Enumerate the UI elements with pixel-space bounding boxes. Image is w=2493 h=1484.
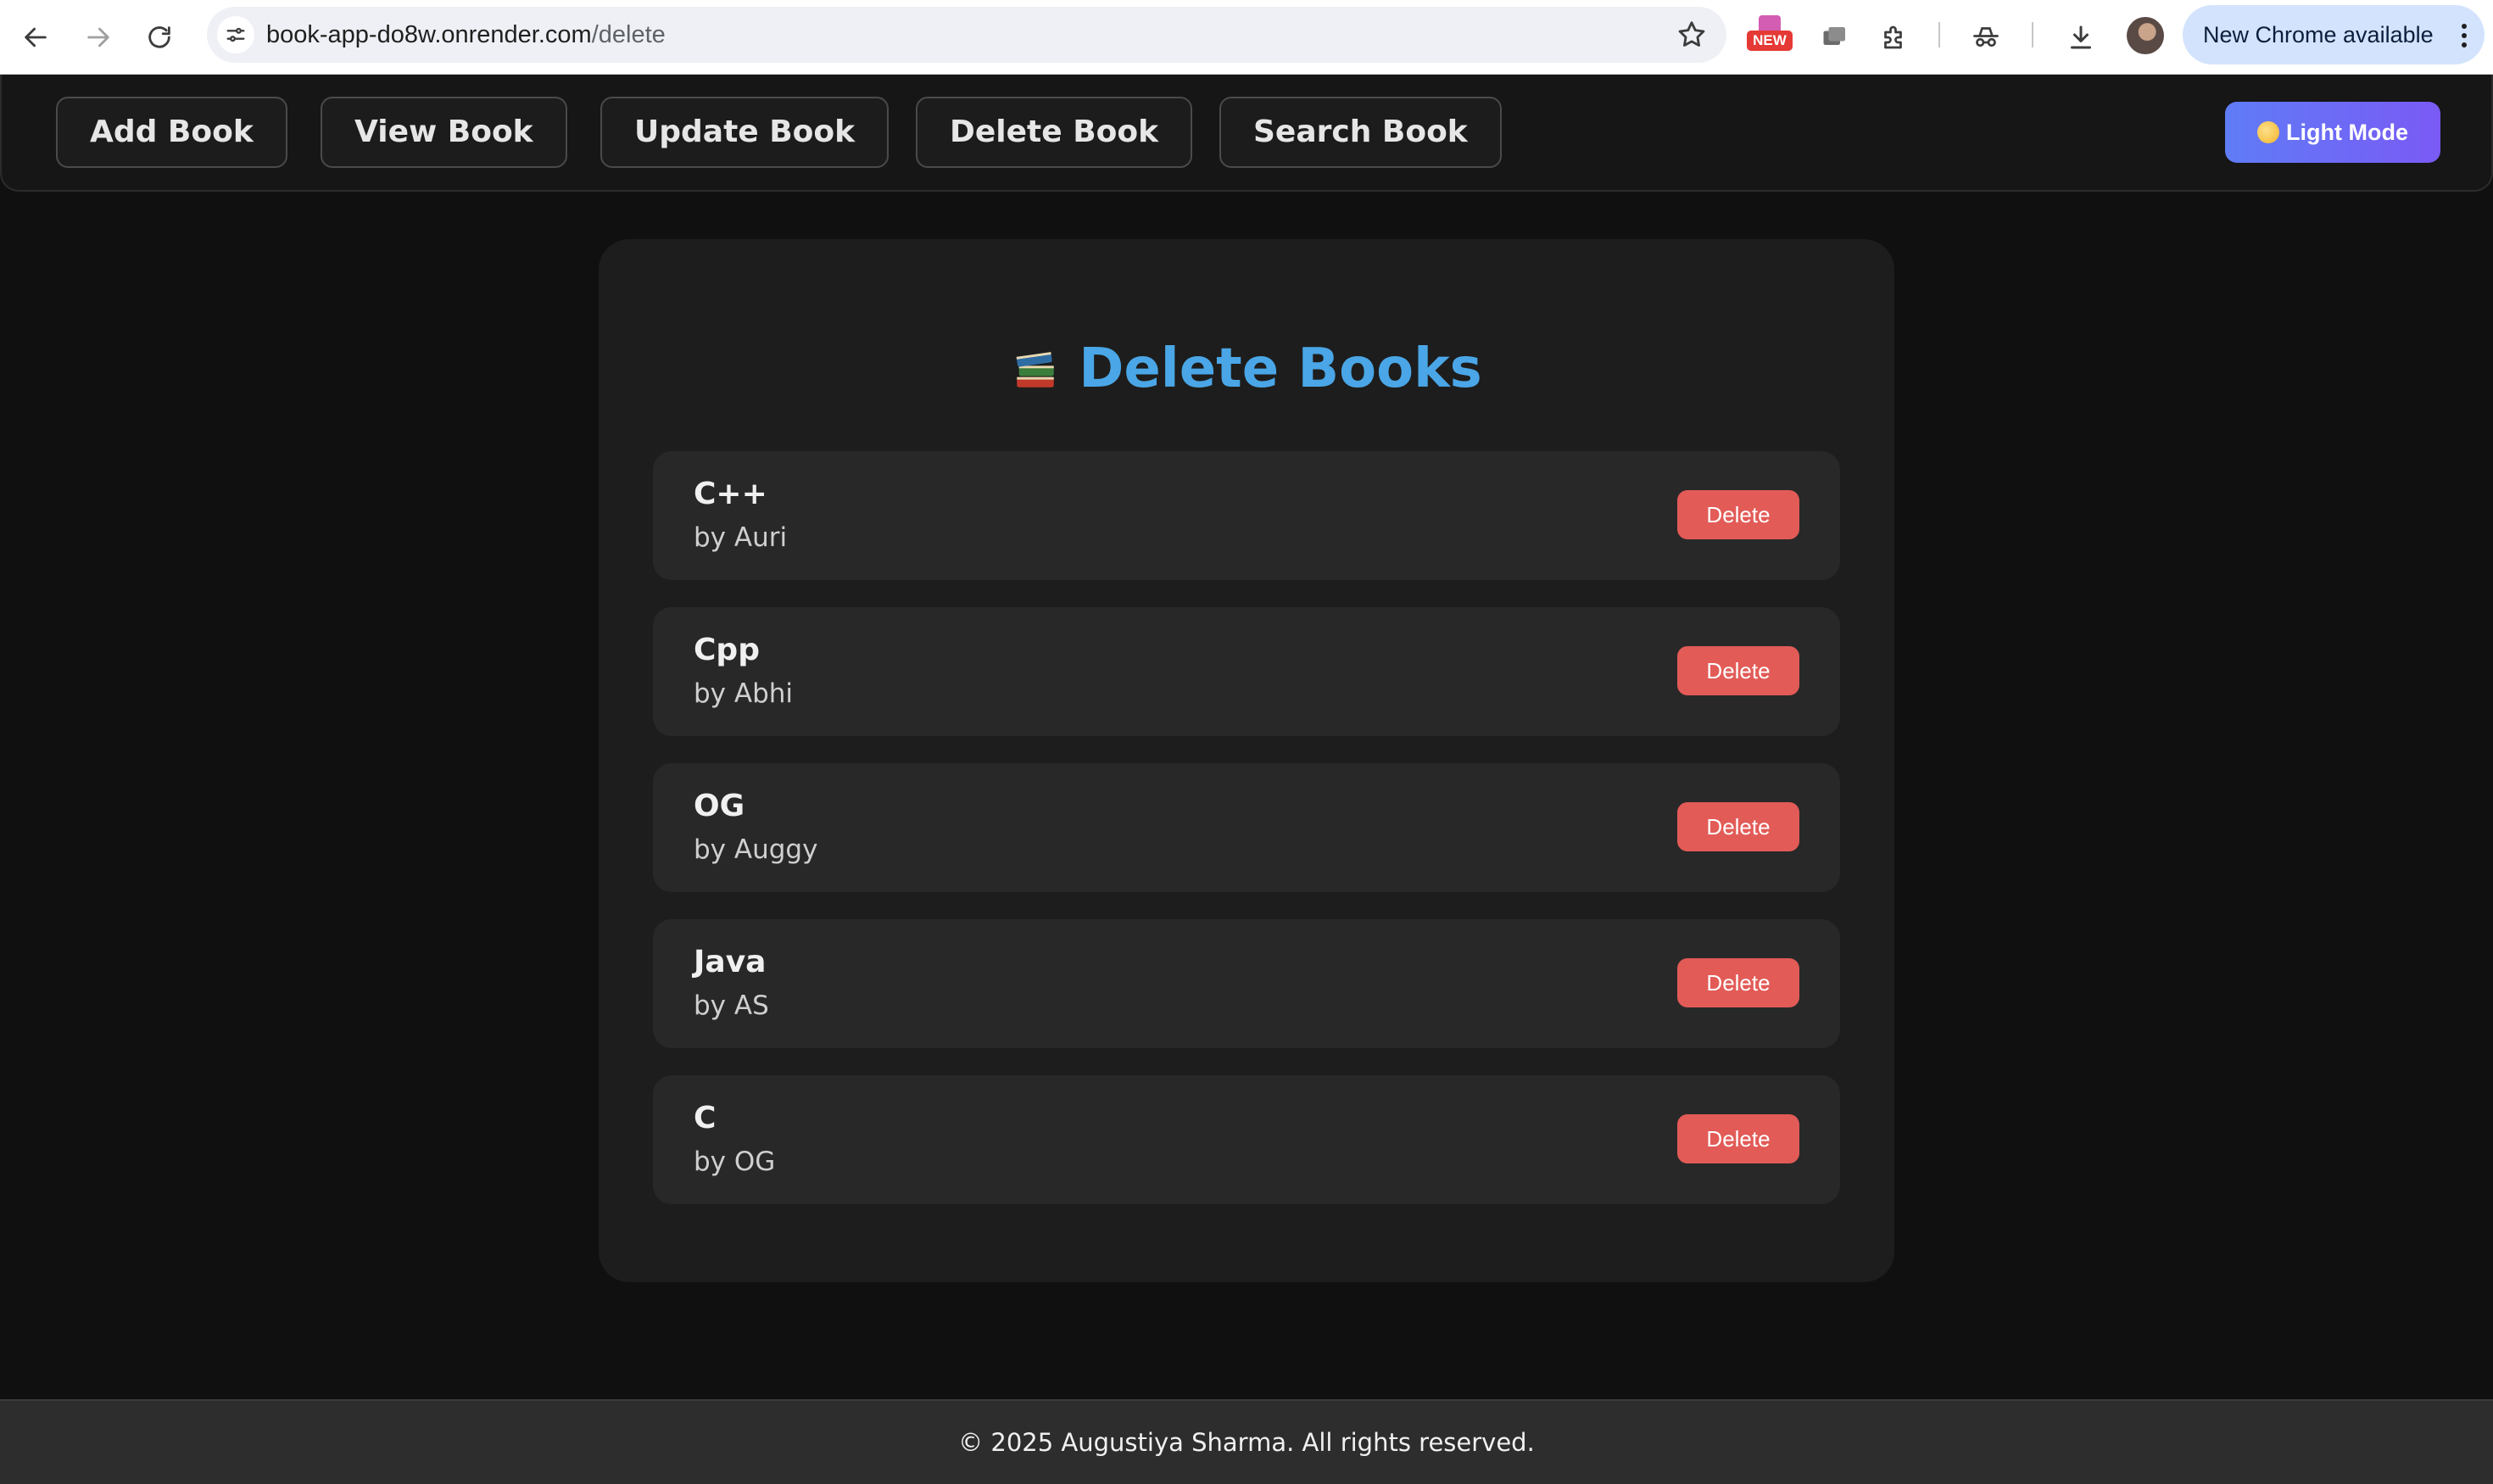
delete-books-card: Delete Books C++ by Auri Delete Cpp by A… [599,239,1894,1282]
page-footer: © 2025 Augustiya Sharma. All rights rese… [0,1399,2493,1484]
book-title: Cpp [694,633,760,667]
book-author: by OG [694,1146,776,1177]
incognito-icon[interactable] [1964,15,2008,59]
book-item: C by OG Delete [653,1075,1840,1204]
forward-icon[interactable] [75,14,122,61]
toolbar-divider [2032,22,2033,47]
theme-toggle-button[interactable]: Light Mode [2225,102,2440,163]
delete-button[interactable]: Delete [1677,802,1799,851]
chrome-update-label: New Chrome available [2203,22,2434,47]
book-author: by Abhi [694,678,794,709]
nav-delete-book[interactable]: Delete Book [916,97,1193,168]
nav-view-book[interactable]: View Book [321,97,567,168]
browser-toolbar: book-app-do8w.onrender.com/delete NEW Ne… [0,0,2493,75]
extensions-icon[interactable] [1872,15,1916,59]
delete-button[interactable]: Delete [1677,490,1799,539]
nav-search-book[interactable]: Search Book [1219,97,1502,168]
book-item: OG by Auggy Delete [653,763,1840,892]
nav-update-book[interactable]: Update Book [600,97,890,168]
url-host: book-app-do8w.onrender.com [266,21,592,48]
profile-avatar[interactable] [2127,17,2164,54]
reload-icon[interactable] [136,14,183,61]
app-navbar: Add Book View Book Update Book Delete Bo… [0,75,2493,192]
theme-toggle-label: Light Mode [2286,119,2408,145]
address-bar[interactable]: book-app-do8w.onrender.com/delete [207,7,1726,63]
book-author: by AS [694,990,769,1021]
page-title-text: Delete Books [1079,338,1482,400]
book-author: by Auri [694,522,788,553]
books-icon [1016,352,1054,388]
book-title: Java [694,945,767,979]
tab-cast-icon[interactable] [1813,15,1857,59]
book-list: C++ by Auri Delete Cpp by Abhi Delete OG… [653,451,1840,1231]
book-author: by Auggy [694,834,818,865]
gift-icon[interactable] [1759,15,1781,32]
book-item: Cpp by Abhi Delete [653,607,1840,736]
book-item: Java by AS Delete [653,919,1840,1048]
nav-add-book[interactable]: Add Book [56,97,287,168]
url-path: /delete [591,21,666,48]
chrome-update-button[interactable]: New Chrome available [2183,5,2485,64]
new-badge[interactable]: NEW [1747,31,1793,51]
delete-button[interactable]: Delete [1677,1114,1799,1163]
delete-button[interactable]: Delete [1677,646,1799,695]
book-title: C [694,1101,717,1135]
book-title: C++ [694,477,767,511]
bookmark-star-icon[interactable] [1676,19,1708,51]
copyright-text: © 2025 Augustiya Sharma. All rights rese… [958,1428,1535,1457]
page-title: Delete Books [599,338,1894,400]
back-icon[interactable] [12,14,59,61]
sun-emoji-icon [2257,121,2280,143]
download-icon[interactable] [2059,15,2103,59]
toolbar-divider [1938,22,1940,47]
site-settings-icon[interactable] [217,16,254,53]
book-item: C++ by Auri Delete [653,451,1840,580]
delete-button[interactable]: Delete [1677,958,1799,1007]
book-title: OG [694,789,745,823]
url-text: book-app-do8w.onrender.com/delete [266,7,666,63]
more-menu-icon[interactable] [2461,24,2468,47]
